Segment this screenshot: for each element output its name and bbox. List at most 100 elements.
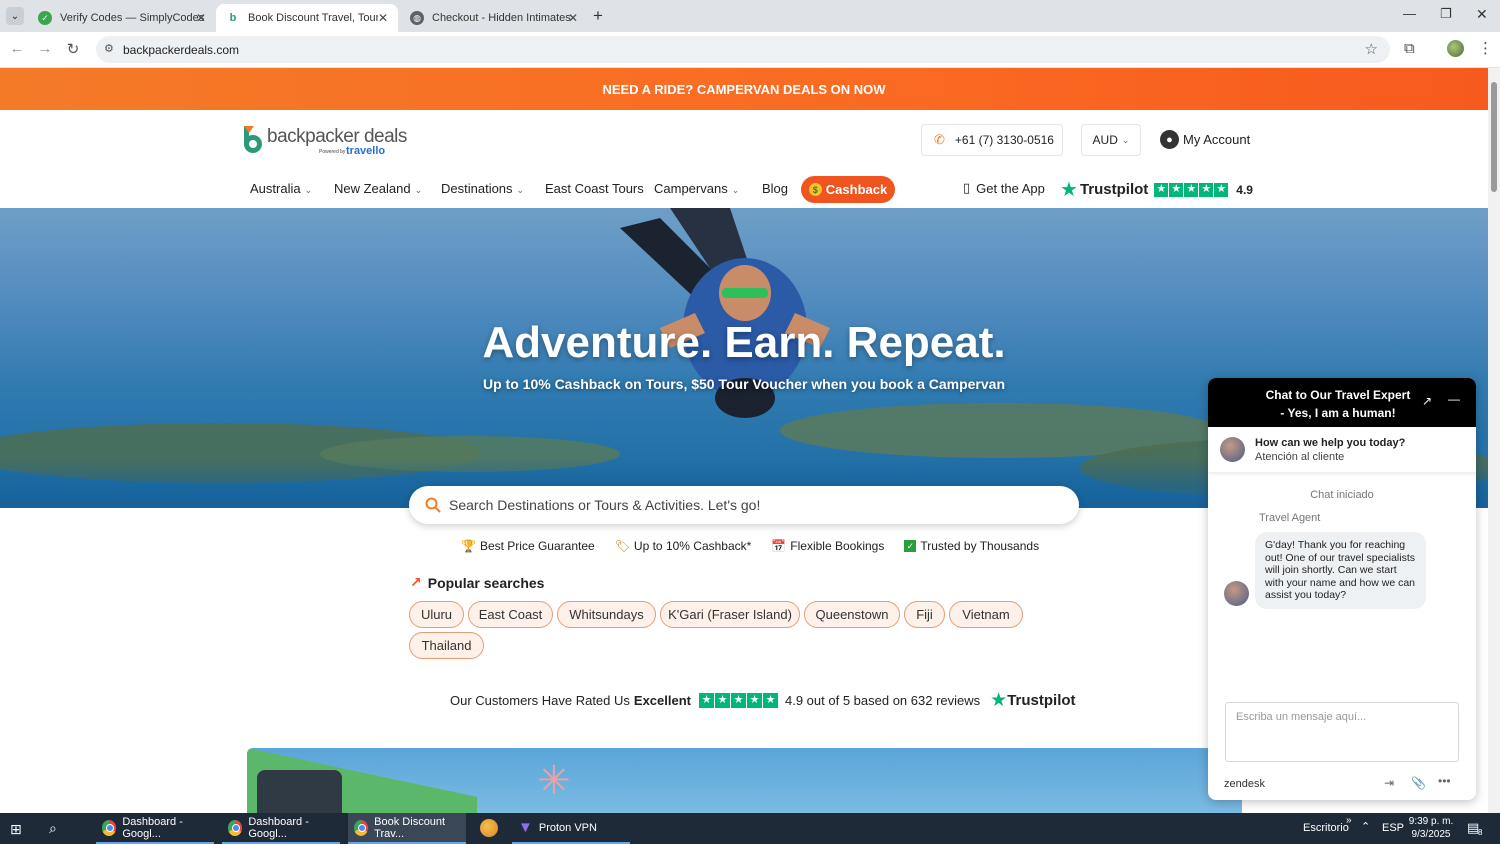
zendesk-logo: zendesk: [1224, 778, 1265, 790]
tab-search-button[interactable]: ⌄: [6, 7, 24, 25]
nav-campervans[interactable]: Campervans ⌄: [654, 181, 739, 196]
phone-icon: ✆: [934, 132, 945, 147]
pill-label: East Coast: [478, 607, 543, 622]
tag-icon: 🏷: [614, 539, 630, 553]
taskbar-search-icon[interactable]: ⌕: [49, 820, 57, 837]
tab-simplycodes[interactable]: ✓ Verify Codes — SimplyCodes ✕: [28, 4, 216, 32]
popular-pill[interactable]: Fiji: [904, 601, 945, 628]
maximize-icon[interactable]: ❐: [1440, 6, 1452, 22]
tab-title: Checkout - Hidden Intimates: [432, 12, 571, 24]
popular-pill[interactable]: Whitsundays: [557, 601, 656, 628]
taskbar-app-protonvpn[interactable]: ▼ Proton VPN: [512, 813, 630, 844]
taskbar-app-chrome[interactable]: Dashboard - Googl...: [96, 813, 214, 844]
get-app-link[interactable]: ▯ Get the App: [963, 180, 1045, 196]
notification-count: 8: [1478, 828, 1483, 837]
taskbar-clock[interactable]: 9:39 p. m. 9/3/2025: [1406, 815, 1456, 841]
popular-pill[interactable]: Thailand: [409, 632, 484, 659]
taskbar-desktop-label[interactable]: Escritorio: [1303, 822, 1349, 834]
site-info-icon[interactable]: ⚙: [104, 42, 114, 55]
chevron-down-icon: ⌄: [1121, 134, 1130, 145]
browser-menu-icon[interactable]: ⋮: [1478, 39, 1493, 57]
taskbar-app-label: Book Discount Trav...: [374, 815, 446, 840]
close-tab-icon[interactable]: ✕: [196, 11, 206, 25]
bookmark-star-icon[interactable]: ☆: [1365, 40, 1378, 58]
forward-icon[interactable]: →: [35, 40, 55, 57]
address-bar-row: ← → ↻ ⚙ backpackerdeals.com ☆ ⧉ ⋮: [0, 32, 1500, 68]
taskbar-language[interactable]: ESP: [1382, 822, 1404, 834]
taskbar-app-label: Dashboard - Googl...: [248, 815, 309, 840]
taskbar-app-chrome[interactable]: Dashboard - Googl...: [222, 813, 340, 844]
trustpilot-header-rating[interactable]: ★ Trustpilot ★ ★ ★ ★ ★ 4.9: [1060, 177, 1253, 202]
phone-button[interactable]: ✆ +61 (7) 3130-0516: [921, 124, 1063, 156]
cashback-button[interactable]: $ Cashback: [801, 176, 895, 203]
expand-icon[interactable]: ↗: [1422, 394, 1432, 408]
more-options-icon[interactable]: •••: [1438, 774, 1451, 788]
taskbar-app-chrome-active[interactable]: Book Discount Trav...: [348, 813, 466, 844]
chevron-down-icon: ⌄: [304, 185, 313, 195]
my-account-link[interactable]: ● My Account: [1160, 130, 1250, 149]
nav-label: East Coast Tours: [545, 181, 644, 196]
chat-message-input[interactable]: Escriba un mensaje aquí...: [1225, 702, 1459, 762]
agent-avatar: [1224, 581, 1249, 606]
profile-avatar[interactable]: [1447, 40, 1464, 57]
feature-item: 📅 Flexible Bookings: [771, 539, 884, 553]
phone-number: +61 (7) 3130-0516: [954, 133, 1054, 147]
popular-pill[interactable]: K'Gari (Fraser Island): [660, 601, 800, 628]
minimize-icon[interactable]: —: [1403, 6, 1416, 21]
nav-new-zealand[interactable]: New Zealand ⌄: [334, 181, 422, 196]
chat-input-placeholder: Escriba un mensaje aquí...: [1236, 711, 1367, 723]
windows-start-icon[interactable]: ⊞: [10, 821, 22, 838]
scrollbar-thumb[interactable]: [1491, 82, 1497, 192]
extensions-icon[interactable]: ⧉: [1404, 40, 1415, 57]
site-logo[interactable]: backpacker deals Powered by travello: [240, 124, 407, 160]
tab-backpacker-deals[interactable]: b Book Discount Travel, Tours, and ✕: [216, 4, 398, 32]
chat-agent-bar: How can we help you today? Atención al c…: [1208, 427, 1476, 473]
popular-pill[interactable]: Uluru: [409, 601, 464, 628]
url-field[interactable]: ⚙ backpackerdeals.com ☆: [96, 36, 1390, 63]
chat-title: Chat to Our Travel Expert - Yes, I am a …: [1238, 386, 1438, 422]
tab-hidden-intimates[interactable]: ◍ Checkout - Hidden Intimates ✕: [400, 4, 588, 32]
back-icon[interactable]: ←: [7, 40, 27, 57]
nav-australia[interactable]: Australia ⌄: [250, 181, 312, 196]
close-window-icon[interactable]: ✕: [1476, 6, 1488, 23]
tray-up-icon[interactable]: ⌃: [1361, 820, 1370, 833]
search-input[interactable]: Search Destinations or Tours & Activitie…: [409, 486, 1079, 524]
chevron-down-icon: ⌄: [414, 185, 423, 195]
new-tab-icon[interactable]: +: [593, 6, 603, 26]
nav-destinations[interactable]: Destinations ⌄: [441, 181, 524, 196]
attachment-icon[interactable]: 📎: [1411, 776, 1426, 790]
taskbar-app-label: Proton VPN: [538, 821, 597, 834]
features-row: 🏆 Best Price Guarantee 🏷 Up to 10% Cashbac…: [461, 539, 1039, 553]
trustpilot-star-icon: ★: [1060, 179, 1078, 201]
nav-blog[interactable]: Blog: [762, 181, 788, 196]
end-chat-icon[interactable]: ⇥: [1384, 776, 1394, 790]
promo-banner[interactable]: NEED A RIDE? CAMPERVAN DEALS ON NOW: [0, 68, 1488, 110]
pill-label: Uluru: [420, 607, 453, 622]
logo-travello: travello: [346, 145, 386, 157]
chat-help-title: How can we help you today?: [1255, 437, 1406, 449]
agent-avatar: [1220, 437, 1245, 462]
close-tab-icon[interactable]: ✕: [568, 11, 578, 25]
popular-pill[interactable]: Queenstown: [804, 601, 900, 628]
pill-label: Vietnam: [962, 607, 1010, 622]
campervan-promo-image[interactable]: ✳: [247, 748, 1242, 813]
rating-word: Excellent: [633, 693, 691, 708]
currency-select[interactable]: AUD ⌄: [1081, 124, 1141, 156]
nav-east-coast-tours[interactable]: East Coast Tours: [545, 181, 644, 196]
browser-tab-bar: ⌄ ✓ Verify Codes — SimplyCodes ✕ b Book …: [0, 0, 1500, 32]
trustpilot-rating-bar[interactable]: Our Customers Have Rated Us Excellent ★ ★…: [450, 689, 1076, 712]
close-tab-icon[interactable]: ✕: [378, 11, 388, 25]
popular-pill[interactable]: East Coast: [468, 601, 553, 628]
site-header: [0, 110, 1488, 208]
minimize-chat-icon[interactable]: —: [1448, 392, 1460, 406]
chevrons-icon[interactable]: »: [1346, 815, 1352, 826]
trophy-icon: 🏆: [461, 539, 476, 553]
feature-label: Trusted by Thousands: [920, 539, 1040, 553]
taskbar-app-icon[interactable]: [480, 819, 498, 837]
popular-pill[interactable]: Vietnam: [949, 601, 1023, 628]
chat-help-sub: Atención al cliente: [1255, 451, 1345, 463]
trustpilot-label: Trustpilot: [1079, 181, 1149, 198]
checkbox-icon: ✓: [904, 540, 917, 552]
page-scrollbar[interactable]: [1488, 68, 1500, 813]
reload-icon[interactable]: ↻: [63, 40, 83, 58]
